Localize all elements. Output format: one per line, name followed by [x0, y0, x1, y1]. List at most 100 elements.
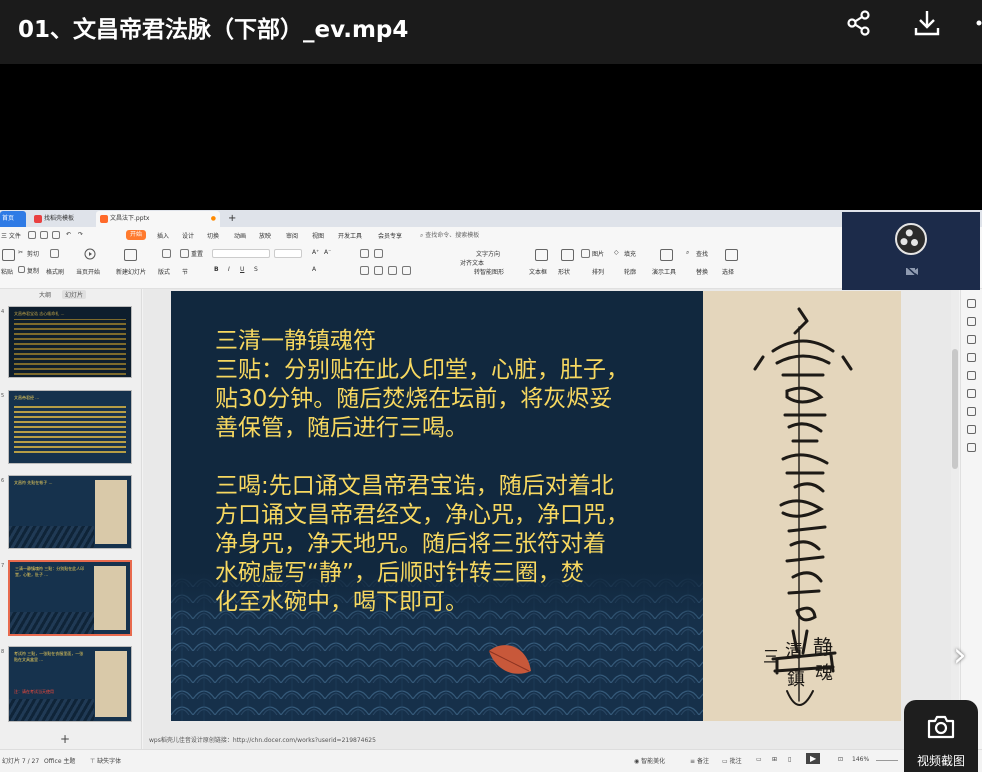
slide-thumb-4[interactable]: 文昌帝君宝诰 志心皈命礼 … — [8, 306, 132, 378]
paste-label[interactable]: 粘贴 — [1, 267, 13, 276]
menu-review[interactable]: 审阅 — [286, 231, 298, 240]
preview-icon[interactable] — [52, 231, 60, 239]
menu-design[interactable]: 设计 — [182, 231, 194, 240]
menu-view[interactable]: 视图 — [312, 231, 324, 240]
menu-slideshow[interactable]: 放映 — [259, 231, 271, 240]
section-label[interactable]: 节 — [182, 267, 188, 276]
layout-label[interactable]: 版式 — [158, 267, 170, 276]
align-center-icon[interactable] — [374, 266, 383, 275]
numbering-icon[interactable] — [374, 249, 383, 258]
italic-button[interactable]: I — [228, 266, 230, 273]
backup-icon[interactable] — [967, 353, 976, 362]
textbox-label[interactable]: 文本框 — [529, 267, 547, 276]
sorter-view-icon[interactable]: ⊞ — [772, 756, 777, 763]
help-icon[interactable] — [967, 371, 976, 380]
current-slide[interactable]: 三清一静镇魂符 三贴：分别贴在此人印堂，心脏，肚子， 贴30分钟。随后焚烧在坛前… — [171, 291, 901, 721]
command-search[interactable]: ⌕ 查找命令、搜索模板 — [420, 230, 540, 241]
tab-docer[interactable]: 找稻壳模板 — [30, 211, 92, 227]
format-painter-label[interactable]: 格式刷 — [46, 267, 64, 276]
next-chevron-icon[interactable]: › — [953, 638, 967, 672]
more-icon[interactable] — [968, 8, 982, 38]
present-tools-label[interactable]: 演示工具 — [652, 267, 676, 276]
video-screenshot-button[interactable]: 视频截图 — [904, 700, 978, 772]
slide-thumb-8[interactable]: 考试符 三贴，一张贴在衣服里面，一张贴在文具盒里 … 注：请在考试当天使用 — [8, 646, 132, 722]
align-left-icon[interactable] — [360, 266, 369, 275]
text-direction-label[interactable]: 文字方向 — [476, 249, 500, 258]
save-icon[interactable] — [28, 231, 36, 239]
play-from-current-icon[interactable] — [84, 248, 96, 260]
menu-animation[interactable]: 动画 — [234, 231, 246, 240]
format-painter-icon[interactable] — [50, 249, 59, 258]
slide-body-text[interactable]: 三清一静镇魂符 三贴：分别贴在此人印堂，心脏，肚子， 贴30分钟。随后焚烧在坛前… — [215, 327, 655, 617]
menu-transition[interactable]: 切换 — [207, 231, 219, 240]
select-label[interactable]: 选择 — [722, 267, 734, 276]
print-icon[interactable] — [40, 231, 48, 239]
outline-button[interactable]: 轮廓 — [624, 267, 636, 276]
fill-button[interactable]: 填充 — [624, 249, 636, 258]
justify-icon[interactable] — [402, 266, 411, 275]
scrollbar-thumb[interactable] — [952, 349, 958, 469]
tab-outline[interactable]: 大纲 — [36, 290, 54, 299]
zoom-slider[interactable] — [876, 760, 898, 761]
share-panel-icon[interactable] — [967, 389, 976, 398]
layout-icon[interactable] — [162, 249, 171, 258]
play-from-current-label[interactable]: 当页开始 — [76, 267, 100, 276]
align-text-label[interactable]: 对齐文本 — [460, 258, 484, 267]
play-slideshow-icon[interactable]: ▶ — [806, 753, 821, 764]
undo-icon[interactable]: ↶ — [66, 231, 71, 238]
zoom-level[interactable]: 146% — [852, 756, 869, 763]
add-slide-button[interactable]: + — [60, 732, 70, 746]
replace-button[interactable]: 替换 — [696, 267, 708, 276]
arrange-button[interactable]: 排列 — [592, 267, 604, 276]
share-icon[interactable] — [844, 8, 874, 38]
select-icon[interactable] — [725, 249, 738, 261]
bullets-icon[interactable] — [360, 249, 369, 258]
smartart-label[interactable]: 转智能图形 — [474, 267, 504, 276]
tab-slides[interactable]: 幻灯片 — [61, 290, 86, 299]
fit-icon[interactable]: ⊡ — [838, 756, 843, 763]
slide-thumb-7-selected[interactable]: 三清一静镇魂符 三贴：分别贴在此人印堂，心脏，肚子 … — [8, 560, 132, 636]
new-slide-label[interactable]: 新建幻灯片 — [116, 267, 146, 276]
underline-button[interactable]: U — [240, 266, 244, 273]
new-slide-icon[interactable] — [124, 249, 137, 261]
smart-beautify-button[interactable]: ◉ 智能美化 — [634, 756, 665, 765]
download-icon[interactable] — [912, 8, 942, 38]
reset-icon[interactable] — [180, 249, 189, 258]
align-right-icon[interactable] — [388, 266, 397, 275]
shape-icon[interactable] — [561, 249, 574, 261]
protect-icon[interactable] — [967, 407, 976, 416]
transfer-icon[interactable] — [967, 443, 976, 452]
missing-font-button[interactable]: ⊤ 缺失字体 — [90, 756, 121, 765]
menu-member[interactable]: 会员专享 — [378, 231, 402, 240]
decrease-font-icon[interactable]: A⁻ — [324, 249, 331, 256]
reset-label[interactable]: 重置 — [191, 249, 203, 258]
tab-home[interactable]: 首页 — [0, 211, 26, 227]
present-tools-icon[interactable] — [660, 249, 673, 261]
design-icon[interactable] — [967, 299, 976, 308]
menu-developer[interactable]: 开发工具 — [338, 231, 362, 240]
normal-view-icon[interactable]: ▭ — [756, 756, 762, 763]
reading-view-icon[interactable]: ▯ — [788, 756, 791, 763]
notes-button[interactable]: ≡ 备注 — [690, 756, 709, 765]
font-size-select[interactable] — [274, 249, 302, 258]
location-icon[interactable] — [967, 425, 976, 434]
properties-icon[interactable] — [967, 317, 976, 326]
cut-button[interactable]: 剪切 — [27, 249, 39, 258]
font-name-select[interactable] — [212, 249, 270, 258]
strike-button[interactable]: S — [254, 266, 258, 273]
new-tab-button[interactable]: + — [224, 211, 236, 227]
comments-button[interactable]: ▭ 批注 — [722, 756, 742, 765]
menu-file[interactable]: 三 文件 — [1, 231, 21, 240]
menu-home[interactable]: 开始 — [126, 230, 147, 240]
slide-thumb-5[interactable]: 文昌帝君经 … — [8, 390, 132, 464]
slide-thumb-6[interactable]: 文昌符 先贴在帐子 … — [8, 475, 132, 549]
canvas-scrollbar[interactable] — [951, 289, 959, 749]
increase-font-icon[interactable]: A⁺ — [312, 249, 319, 256]
menu-insert[interactable]: 插入 — [157, 231, 169, 240]
copy-button[interactable]: 复制 — [27, 266, 39, 275]
bold-button[interactable]: B — [214, 266, 219, 273]
textbox-icon[interactable] — [535, 249, 548, 261]
find-button[interactable]: 查找 — [696, 249, 708, 258]
shape-label[interactable]: 形状 — [558, 267, 570, 276]
font-color-icon[interactable]: A — [312, 266, 316, 273]
